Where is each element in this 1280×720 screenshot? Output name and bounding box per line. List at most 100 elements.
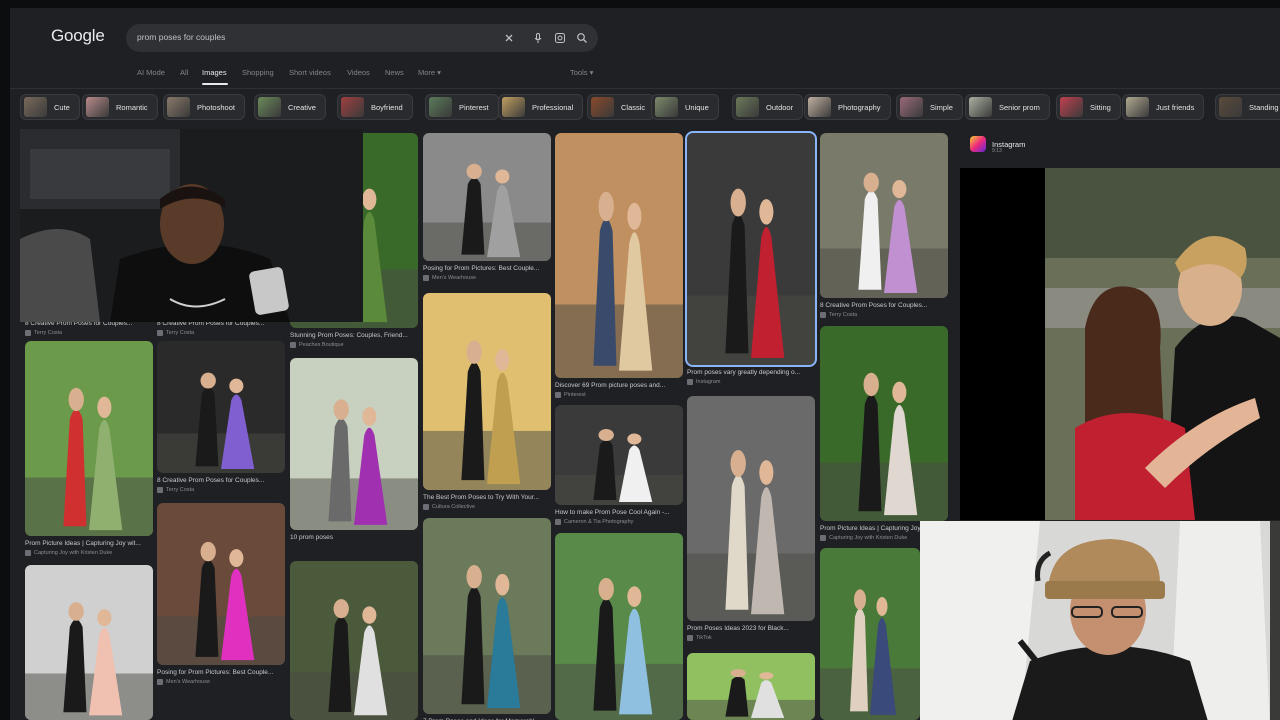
image-result[interactable]: Prom Poses Ideas 2023 for Black... TikTok [687,396,815,645]
chip-pinterest[interactable]: Pinterest [425,94,499,120]
chip-thumbnail [167,97,190,117]
lens-icon[interactable] [553,31,567,45]
chip-photoshoot[interactable]: Photoshoot [163,94,245,120]
image-result[interactable]: 7 Prom Poses and Ideas for Memorabl... [423,518,551,720]
image-result[interactable]: The Best Prom Poses to Try With Your... C… [423,293,551,514]
microphone-icon[interactable] [531,31,545,45]
result-thumbnail[interactable] [423,293,551,490]
site-favicon-icon [820,535,826,541]
result-title[interactable]: How to make Prom Pose Cool Again -... [555,509,683,516]
tab-more[interactable]: More ▾ [418,68,441,77]
image-result[interactable] [555,533,683,720]
tab-short-videos[interactable]: Short videos [289,68,331,77]
result-source-row: Pinterest [555,392,683,398]
result-thumbnail[interactable] [820,326,948,521]
result-thumbnail[interactable] [687,653,815,720]
result-title[interactable]: Posing for Prom Pictures: Best Couple... [157,669,285,676]
result-title[interactable]: Prom Picture Ideas | Capturing Joy wit..… [25,540,153,547]
chip-professional[interactable]: Professional [498,94,584,120]
result-title[interactable]: 8 Creative Prom Poses for Couples... [157,477,285,484]
result-thumbnail[interactable] [820,548,920,720]
result-thumbnail[interactable] [555,133,683,378]
result-thumbnail[interactable] [685,131,817,367]
tab-shopping[interactable]: Shopping [242,68,274,77]
chip-romantic[interactable]: Romantic [82,94,158,120]
tab-videos[interactable]: Videos [347,68,370,77]
result-title[interactable]: Stunning Prom Poses: Couples, Friend... [290,332,418,339]
chip-sitting[interactable]: Sitting [1056,94,1121,120]
search-input[interactable]: prom poses for couples [137,32,225,42]
chip-thumbnail [900,97,923,117]
image-result[interactable]: 8 Creative Prom Poses for Couples... Terr… [820,133,948,322]
chip-creative[interactable]: Creative [254,94,326,120]
site-favicon-icon [423,504,429,510]
active-tab-indicator [202,83,228,85]
tab-all[interactable]: All [180,68,188,77]
tab-images[interactable]: Images [202,68,227,77]
chip-unique[interactable]: Unique [651,94,719,120]
chip-label: Photoshoot [197,102,235,112]
google-logo[interactable]: Google [51,26,105,46]
result-title[interactable]: 8 Creative Prom Poses for Couples... [820,302,948,309]
result-source-row: Terry Costa [157,487,285,493]
chip-just-friends[interactable]: Just friends [1122,94,1205,120]
tools-button[interactable]: Tools ▾ [570,68,593,77]
result-thumbnail[interactable] [555,533,683,720]
image-result[interactable] [820,548,920,720]
result-thumbnail[interactable] [157,341,285,473]
result-title[interactable]: Posing for Prom Pictures: Best Couple... [423,265,551,272]
result-thumbnail[interactable] [157,503,285,665]
result-source: Cameron & Tia Photography [564,519,634,525]
result-title[interactable]: Prom poses vary greatly depending o... [687,369,815,376]
result-source: Capturing Joy with Kristen Duke [829,535,908,541]
chip-standing[interactable]: Standing [1215,94,1280,120]
chip-senior-prom[interactable]: Senior prom [965,94,1050,120]
preview-image[interactable] [1045,168,1280,520]
tab-ai-mode[interactable]: AI Mode [137,68,165,77]
result-title[interactable]: 10 prom poses [290,534,418,541]
chip-thumbnail [258,97,281,117]
result-thumbnail[interactable] [290,358,418,530]
chip-thumbnail [429,97,452,117]
image-result[interactable]: Posing for Prom Pictures: Best Couple...… [423,133,551,285]
chip-photography[interactable]: Photography [804,94,891,120]
tab-news[interactable]: News [385,68,404,77]
image-result[interactable]: Prom Picture Ideas | Capturing Joy wit..… [25,341,153,560]
image-result[interactable]: 10 prom poses [290,358,418,554]
result-thumbnail[interactable] [423,133,551,261]
chip-outdoor[interactable]: Outdoor [732,94,804,120]
result-thumbnail[interactable] [290,561,418,720]
result-title[interactable]: Discover 69 Prom picture poses and... [555,382,683,389]
chip-classic[interactable]: Classic [587,94,656,120]
result-thumbnail[interactable] [687,396,815,621]
image-result[interactable]: Discover 69 Prom picture poses and... Pin… [555,133,683,402]
result-title[interactable]: The Best Prom Poses to Try With Your... [423,494,551,501]
chip-thumbnail [1060,97,1083,117]
image-result[interactable]: Stunning Prom Poses for Couples: Unique.… [290,561,418,720]
result-thumbnail[interactable] [555,405,683,505]
search-box[interactable]: prom poses for couples [126,24,598,52]
image-result[interactable] [25,565,153,720]
clear-icon[interactable] [502,31,516,45]
search-icon[interactable] [575,31,589,45]
image-result[interactable]: Prom Picture Ideas | Capturing Joy wit..… [820,326,948,545]
image-result[interactable]: Prom poses vary greatly depending o... In… [685,131,817,389]
preview-source[interactable]: Instagram 9:13 [970,136,1025,154]
image-result[interactable]: 8 Creative Prom Poses for Couples... Terr… [157,341,285,497]
chip-cute[interactable]: Cute [20,94,80,120]
image-result[interactable]: How to make Prom Pose Cool Again -... Cam… [555,405,683,529]
result-source-row: Terry Costa [820,312,948,318]
result-title[interactable]: Prom Poses Ideas 2023 for Black... [687,625,815,632]
result-thumbnail[interactable] [423,518,551,714]
screen-frame: Google prom poses for couples AI Mode Al… [0,0,1280,720]
chip-simple[interactable]: Simple [896,94,963,120]
result-thumbnail[interactable] [25,565,153,720]
chip-thumbnail [591,97,614,117]
chip-boyfriend[interactable]: Boyfriend [337,94,413,120]
image-result[interactable] [687,653,815,720]
image-result[interactable]: Posing for Prom Pictures: Best Couple...… [157,503,285,689]
site-favicon-icon [290,342,296,348]
result-thumbnail[interactable] [820,133,948,298]
result-thumbnail[interactable] [25,341,153,536]
result-source: Men's Wearhouse [166,679,211,685]
